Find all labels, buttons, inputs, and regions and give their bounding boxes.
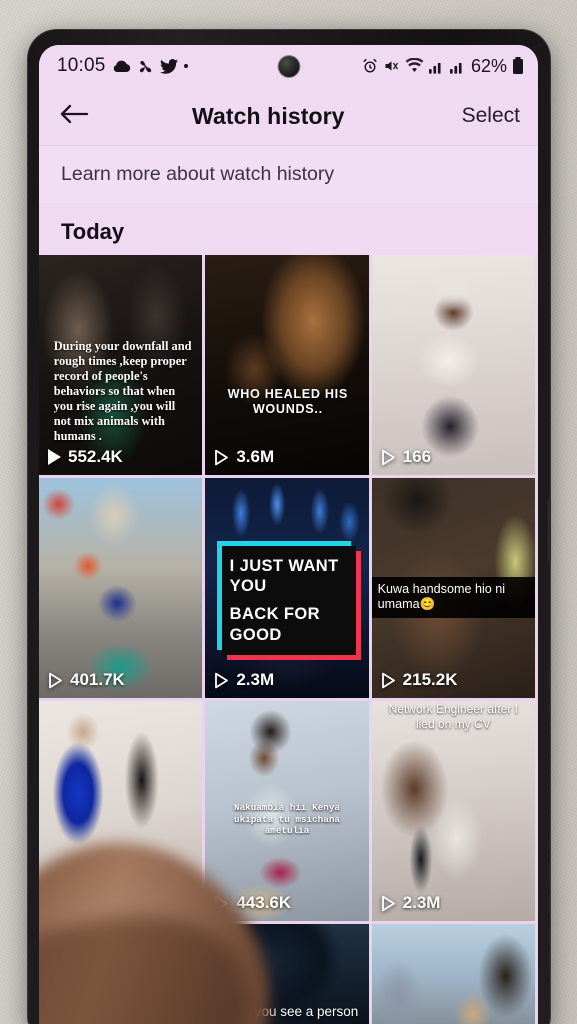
view-count: 401.7K <box>48 670 125 690</box>
view-count-label: 552.4K <box>68 447 123 466</box>
view-count: 166 <box>381 447 431 467</box>
mute-icon <box>383 58 400 74</box>
status-bar: 10:05 62% <box>39 45 538 87</box>
video-thumbnail <box>39 478 203 698</box>
alarm-icon <box>362 58 378 74</box>
view-count-label: 2.3M <box>236 670 275 689</box>
video-tile[interactable]: I JUST WANT YOU BACK FOR GOOD 2.3M <box>205 478 369 698</box>
video-tile[interactable]: During your downfall and rough times ,ke… <box>39 255 203 475</box>
video-thumbnail <box>205 255 369 475</box>
signal-icon <box>428 59 445 74</box>
cloud-icon <box>112 60 131 73</box>
pinwheel-icon <box>137 58 154 75</box>
view-count: 215.2K <box>381 670 458 690</box>
wifi-icon <box>405 58 424 74</box>
video-caption: WHO HEALED HIS WOUNDS.. <box>227 387 348 417</box>
video-thumbnail <box>371 924 535 1024</box>
today-label: Today <box>61 219 125 244</box>
scene: 10:05 62% Watch history Select Learn mor… <box>0 0 577 1024</box>
video-caption: I JUST WANT YOU BACK FOR GOOD <box>221 546 356 655</box>
learn-more-link[interactable]: Learn more about watch history <box>39 145 538 203</box>
view-count-label: 166 <box>402 447 432 466</box>
caption-line-1: I JUST WANT YOU <box>229 557 339 596</box>
view-count-label: 443.6K <box>236 893 292 912</box>
view-count: 2.3M <box>214 670 274 690</box>
play-icon <box>381 895 396 912</box>
video-tile[interactable]: Network Engineer after I lied on my CV 2… <box>371 701 535 921</box>
view-count: 2.3M <box>381 893 441 913</box>
view-count-label: 2.3M <box>402 893 441 912</box>
video-thumbnail <box>371 255 535 475</box>
video-tile[interactable]: Nakuambia hii Kenya ukipata tu msichana … <box>205 701 369 921</box>
play-icon <box>48 672 63 689</box>
battery-icon <box>512 57 524 75</box>
play-icon <box>214 672 229 689</box>
learn-more-label: Learn more about watch history <box>61 163 335 185</box>
video-tile[interactable] <box>371 924 535 1024</box>
status-bar-right: 62% <box>362 56 524 77</box>
view-count: 3.6M <box>214 447 274 467</box>
video-caption: Kuwa handsome hio ni umama😊 <box>371 577 535 618</box>
video-tile[interactable]: 401.7K <box>39 478 203 698</box>
view-count-label: 215.2K <box>402 670 458 689</box>
video-caption: Nakuambia hii Kenya ukipata tu msichana … <box>233 802 340 836</box>
video-tile[interactable]: Kuwa handsome hio ni umama😊 215.2K <box>371 478 535 698</box>
app-bar: Watch history Select <box>39 87 538 145</box>
battery-percent-label: 62% <box>470 55 507 76</box>
caption-line-2: BACK FOR GOOD <box>229 605 320 644</box>
video-caption: During your downfall and rough times ,ke… <box>53 338 192 444</box>
power-button[interactable] <box>548 499 551 561</box>
video-tile[interactable]: WHO HEALED HIS WOUNDS.. 3.6M <box>205 255 369 475</box>
play-icon <box>48 449 61 465</box>
video-thumbnail <box>371 701 535 921</box>
page-title: Watch history <box>192 102 345 129</box>
front-camera-punch-hole <box>278 56 299 77</box>
status-time: 10:05 <box>57 55 106 76</box>
view-count: 552.4K <box>48 447 123 467</box>
signal-icon <box>449 59 466 74</box>
phone-screen: 10:05 62% Watch history Select Learn mor… <box>39 45 538 1024</box>
status-bar-left: 10:05 <box>57 55 188 77</box>
select-button[interactable]: Select <box>456 104 520 128</box>
view-count-label: 401.7K <box>70 670 125 689</box>
video-tile[interactable]: 166 <box>371 255 535 475</box>
section-header-today: Today <box>39 203 538 255</box>
video-caption: Network Engineer after I lied on my CV <box>388 702 519 731</box>
play-icon <box>381 672 396 689</box>
view-count-label: 3.6M <box>236 447 275 466</box>
play-icon <box>214 449 229 466</box>
twitter-bird-icon <box>159 58 178 74</box>
play-icon <box>381 449 396 466</box>
dot-icon <box>183 64 188 68</box>
phone-device: 10:05 62% Watch history Select Learn mor… <box>27 29 551 1024</box>
